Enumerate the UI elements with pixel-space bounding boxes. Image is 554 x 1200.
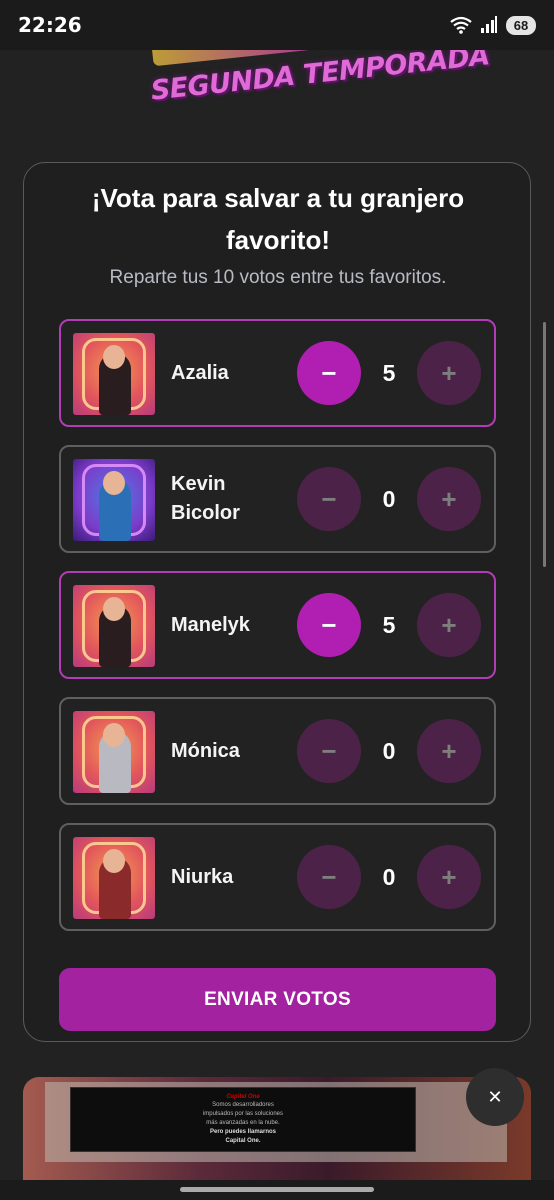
page: SEGUNDA TEMPORADA ¡Vota para salvar a tu… (0, 50, 554, 1180)
contestant-name: Niurka (171, 865, 234, 888)
contestant-name: Kevin Bicolor (171, 473, 240, 524)
contestant-name: Azalia (171, 361, 229, 384)
ad-text: Pero puedes llamarnos (209, 1129, 277, 1135)
navigation-bar (0, 1180, 554, 1200)
increment-button[interactable]: + (417, 341, 481, 405)
decrement-button[interactable]: − (297, 593, 361, 657)
contestant-row-azalia: Azalia − 5 + (59, 319, 496, 427)
vote-count: 0 (382, 737, 396, 764)
contestant-row-manelyk: Manelyk − 5 + (59, 571, 496, 679)
contestant-name: Mónica (171, 739, 240, 762)
increment-button[interactable]: + (417, 845, 481, 909)
clock: 22:26 (18, 13, 82, 37)
wifi-icon (450, 16, 472, 34)
ad-banner[interactable]: Capital One Somos desarrolladores impuls… (70, 1087, 416, 1152)
increment-button[interactable]: + (417, 593, 481, 657)
contestant-photo (73, 459, 155, 541)
show-logo: SEGUNDA TEMPORADA (140, 50, 491, 112)
contestant-photo (73, 711, 155, 793)
decrement-button[interactable]: − (297, 467, 361, 531)
vote-count: 5 (382, 611, 396, 638)
home-gesture-handle[interactable] (180, 1187, 374, 1192)
contestant-name: Manelyk (171, 613, 250, 636)
vote-count: 0 (382, 863, 396, 890)
contestant-row-monica: Mónica − 0 + (59, 697, 496, 805)
ad-logo: Capital One (226, 1094, 260, 1100)
increment-button[interactable]: + (417, 467, 481, 531)
voting-subtitle: Reparte tus 10 votos entre tus favoritos… (109, 267, 447, 288)
contestant-photo (73, 585, 155, 667)
ad-text: impulsados por las soluciones (202, 1111, 284, 1117)
submit-votes-button[interactable]: ENVIAR VOTOS (59, 968, 496, 1031)
voting-title: ¡Vota para salvar a tu granjero favorito… (91, 183, 465, 255)
battery-icon: 68 (506, 15, 536, 35)
contestant-photo (73, 837, 155, 919)
decrement-button[interactable]: − (297, 719, 361, 783)
ad-text: más avanzadas en la nube. (206, 1120, 280, 1126)
scrollbar[interactable] (543, 322, 546, 567)
status-icons: 68 (450, 15, 536, 35)
contestant-row-niurka: Niurka − 0 + (59, 823, 496, 931)
increment-button[interactable]: + (417, 719, 481, 783)
close-icon[interactable]: ✕ (466, 1068, 524, 1126)
decrement-button[interactable]: − (297, 341, 361, 405)
ad-text: Somos desarrolladores (212, 1102, 274, 1108)
voting-card: ¡Vota para salvar a tu granjero favorito… (23, 162, 531, 1042)
contestant-photo (73, 333, 155, 415)
decrement-button[interactable]: − (297, 845, 361, 909)
contestant-row-kevin-bicolor: Kevin Bicolor − 0 + (59, 445, 496, 553)
ad-text: Capital One. (225, 1138, 261, 1144)
signal-icon (481, 16, 497, 33)
vote-count: 5 (382, 359, 396, 386)
status-bar: 22:26 68 (0, 0, 554, 50)
vote-count: 0 (382, 485, 396, 512)
